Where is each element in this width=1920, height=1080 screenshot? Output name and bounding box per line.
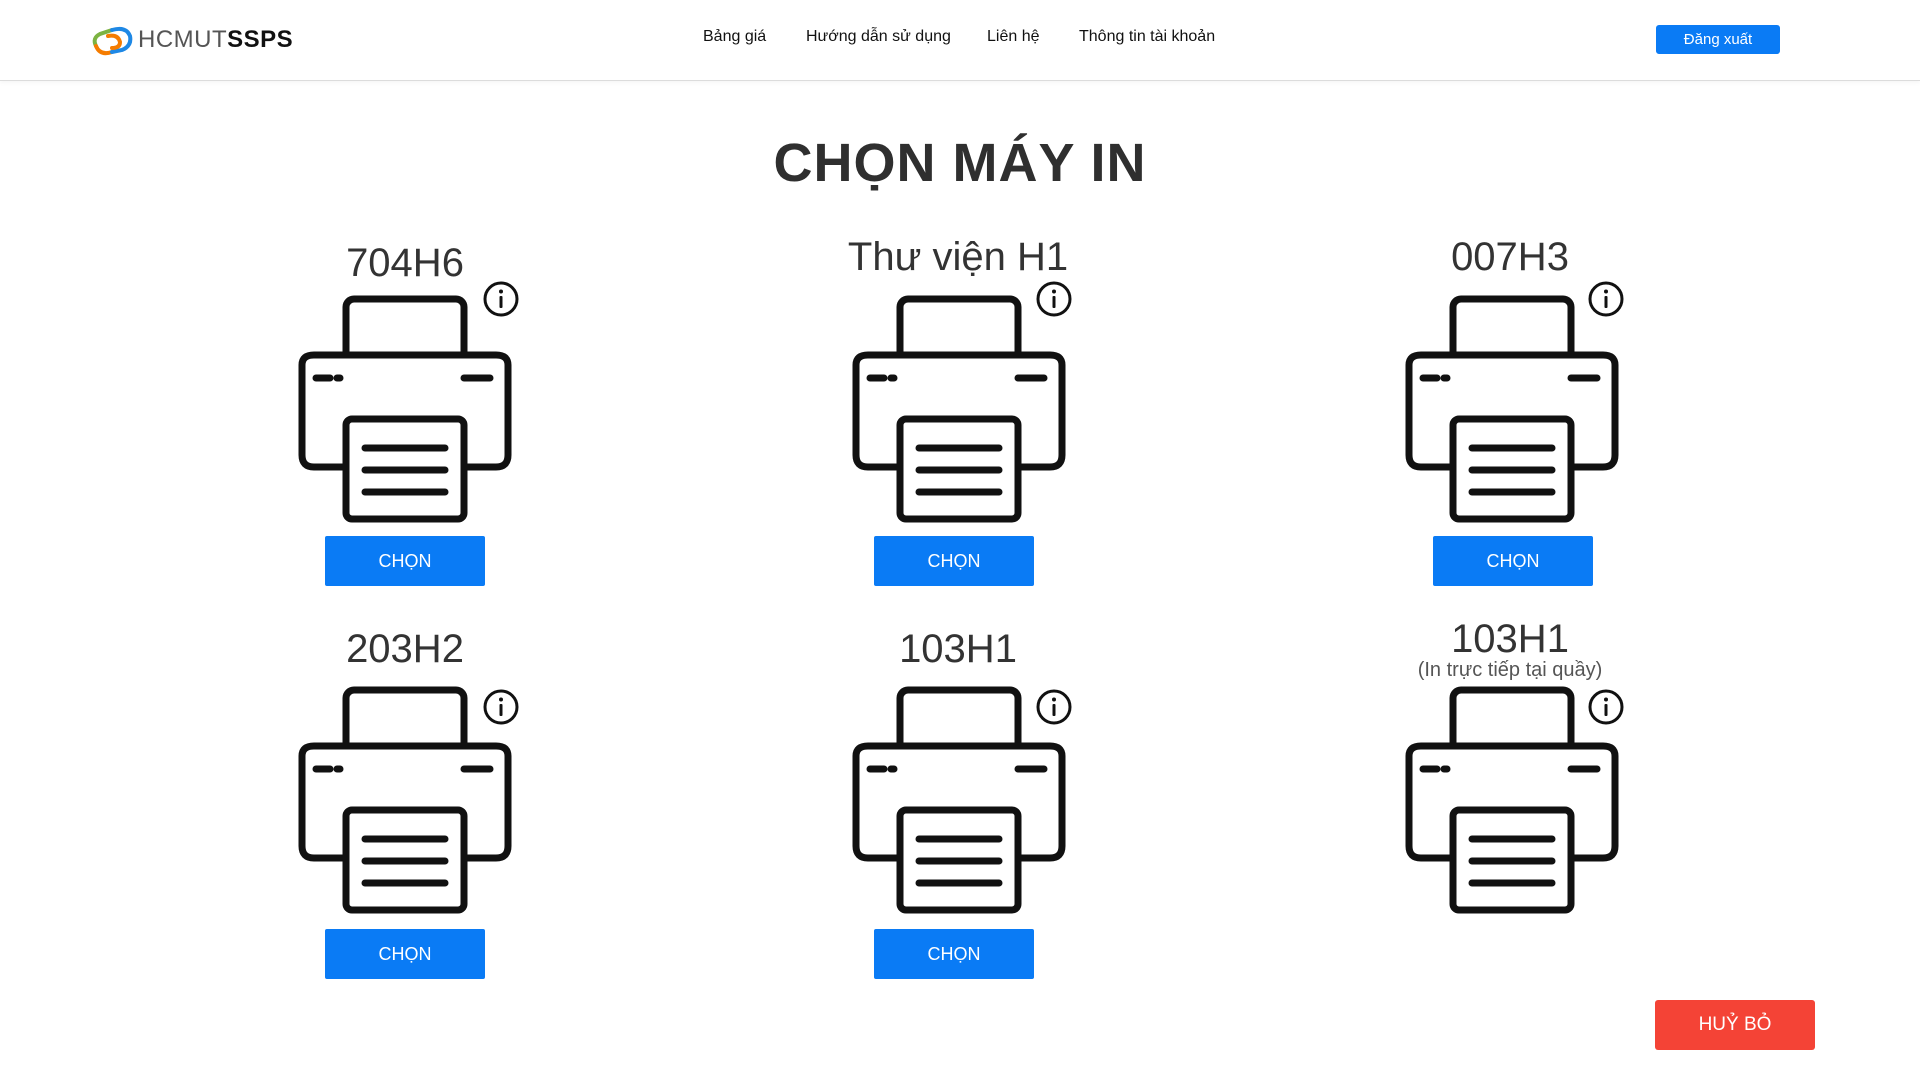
- choose-printer-button[interactable]: CHỌN: [325, 929, 485, 979]
- printer-card-thu-vien-h1: Thư viện H1 CHỌN: [788, 235, 1128, 605]
- printer-card-203h2: 203H2 CHỌN: [235, 627, 575, 997]
- printer-card-007h3: 007H3 CHỌN: [1340, 235, 1680, 605]
- printer-name: Thư viện H1: [847, 235, 1069, 279]
- logout-button[interactable]: Đăng xuất: [1656, 25, 1780, 54]
- page-title: CHỌN MÁY IN: [773, 133, 1147, 193]
- printer-icon: [850, 293, 1068, 525]
- nav-item-user-guide[interactable]: Hướng dẫn sử dụng: [806, 28, 951, 46]
- printer-name: 007H3: [1451, 235, 1569, 279]
- info-icon[interactable]: [481, 687, 521, 727]
- choose-printer-button[interactable]: CHỌN: [874, 536, 1034, 586]
- info-icon[interactable]: [1586, 687, 1626, 727]
- choose-printer-button[interactable]: CHỌN: [325, 536, 485, 586]
- printer-subtitle: (In trực tiếp tại quầy): [1417, 659, 1603, 681]
- choose-printer-button[interactable]: CHỌN: [874, 929, 1034, 979]
- page: HCMUTSSPS Bảng giá Hướng dẫn sử dụng Liê…: [0, 0, 1920, 1080]
- info-icon[interactable]: [481, 279, 521, 319]
- main-nav: Bảng giá Hướng dẫn sử dụng Liên hệ Thông…: [0, 28, 1920, 52]
- printer-card-704h6: 704H6 CHỌN: [235, 235, 575, 605]
- info-icon[interactable]: [1034, 279, 1074, 319]
- nav-item-contact[interactable]: Liên hệ: [987, 28, 1040, 46]
- nav-item-pricing[interactable]: Bảng giá: [703, 28, 766, 46]
- cancel-button[interactable]: HUỶ BỎ: [1655, 1000, 1815, 1050]
- printer-icon: [1403, 293, 1621, 525]
- printer-name: 103H1: [1451, 617, 1569, 661]
- choose-printer-button[interactable]: CHỌN: [1433, 536, 1593, 586]
- info-icon[interactable]: [1034, 687, 1074, 727]
- printer-card-103h1: 103H1 CHỌN: [788, 627, 1128, 997]
- info-icon[interactable]: [1586, 279, 1626, 319]
- nav-item-account-info[interactable]: Thông tin tài khoản: [1079, 28, 1215, 46]
- printer-name: 203H2: [346, 627, 464, 671]
- printer-card-103h1-counter: 103H1 (In trực tiếp tại quầy): [1340, 617, 1680, 987]
- printer-name: 704H6: [346, 241, 464, 285]
- printer-icon: [296, 293, 514, 525]
- printer-name: 103H1: [899, 627, 1017, 671]
- top-navbar: HCMUTSSPS Bảng giá Hướng dẫn sử dụng Liê…: [0, 0, 1920, 81]
